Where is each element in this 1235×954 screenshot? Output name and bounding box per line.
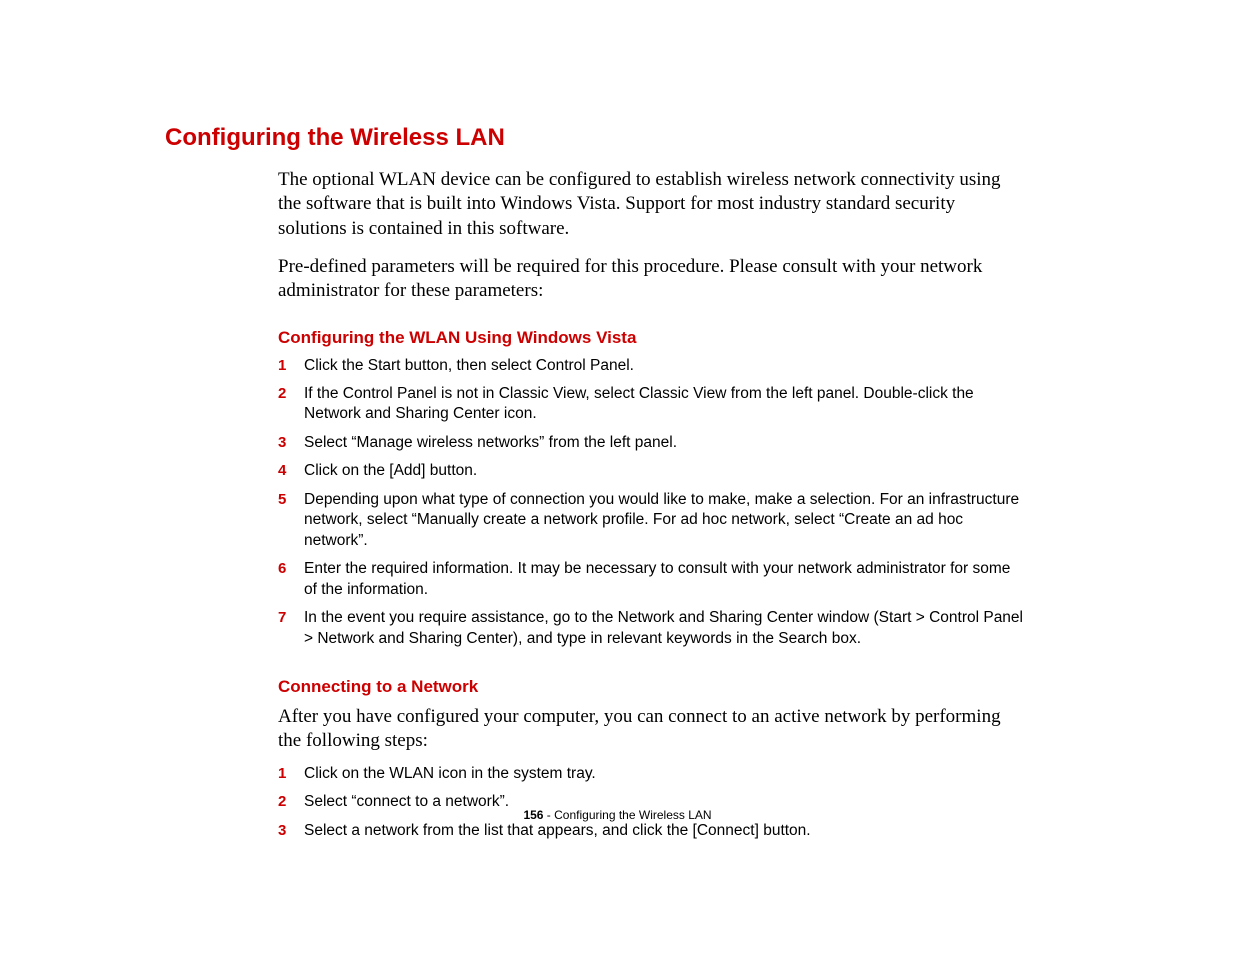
list-item: 1Click on the WLAN icon in the system tr… xyxy=(278,764,1026,784)
step-number: 6 xyxy=(278,559,304,579)
step-number: 7 xyxy=(278,608,304,628)
configure-steps-list: 1Click the Start button, then select Con… xyxy=(278,356,1026,649)
step-number: 1 xyxy=(278,764,304,784)
intro-paragraph-2: Pre-defined parameters will be required … xyxy=(278,255,1026,304)
step-number: 2 xyxy=(278,384,304,404)
step-text: In the event you require assistance, go … xyxy=(304,608,1026,649)
step-text: Enter the required information. It may b… xyxy=(304,559,1026,600)
step-number: 5 xyxy=(278,490,304,510)
step-text: Click on the [Add] button. xyxy=(304,461,1026,481)
list-item: 1Click the Start button, then select Con… xyxy=(278,356,1026,376)
step-number: 3 xyxy=(278,433,304,453)
step-number: 3 xyxy=(278,821,304,841)
intro-paragraph-1: The optional WLAN device can be configur… xyxy=(278,168,1026,241)
list-item: 3Select “Manage wireless networks” from … xyxy=(278,433,1026,453)
list-item: 4Click on the [Add] button. xyxy=(278,461,1026,481)
step-text: Select a network from the list that appe… xyxy=(304,821,1026,841)
list-item: 6Enter the required information. It may … xyxy=(278,559,1026,600)
list-item: 2If the Control Panel is not in Classic … xyxy=(278,384,1026,425)
intro-block: The optional WLAN device can be configur… xyxy=(278,168,1026,841)
step-text: If the Control Panel is not in Classic V… xyxy=(304,384,1026,425)
section-heading-configuring: Configuring the WLAN Using Windows Vista xyxy=(278,328,1026,348)
step-text: Click the Start button, then select Cont… xyxy=(304,356,1026,376)
list-item: 7In the event you require assistance, go… xyxy=(278,608,1026,649)
step-number: 4 xyxy=(278,461,304,481)
connecting-intro: After you have configured your computer,… xyxy=(278,705,1026,754)
page-content: Configuring the Wireless LAN The optiona… xyxy=(165,124,1035,849)
step-text: Depending upon what type of connection y… xyxy=(304,490,1026,551)
footer-separator: - xyxy=(543,808,554,822)
footer-label: Configuring the Wireless LAN xyxy=(554,808,711,822)
step-number: 1 xyxy=(278,356,304,376)
list-item: 5Depending upon what type of connection … xyxy=(278,490,1026,551)
section-heading-connecting: Connecting to a Network xyxy=(278,677,1026,697)
list-item: 3Select a network from the list that app… xyxy=(278,821,1026,841)
page-number: 156 xyxy=(523,808,543,822)
step-text: Click on the WLAN icon in the system tra… xyxy=(304,764,1026,784)
connect-steps-list: 1Click on the WLAN icon in the system tr… xyxy=(278,764,1026,841)
main-title: Configuring the Wireless LAN xyxy=(165,124,1035,152)
step-text: Select “Manage wireless networks” from t… xyxy=(304,433,1026,453)
page-footer: 156 - Configuring the Wireless LAN xyxy=(0,808,1235,822)
